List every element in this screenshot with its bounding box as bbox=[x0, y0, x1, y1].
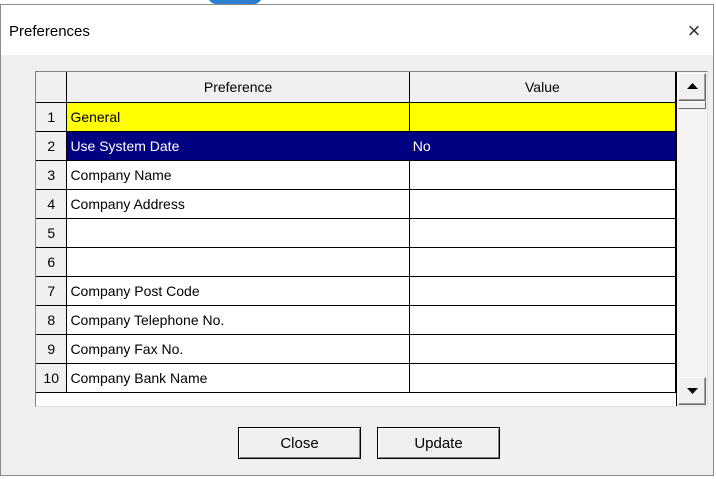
table-row[interactable]: 4 Company Address bbox=[36, 188, 677, 219]
update-button[interactable]: Update bbox=[377, 427, 500, 459]
corner-cell bbox=[36, 72, 68, 103]
grid-body: Preference Value 1 General 2 Use System Dat… bbox=[36, 72, 677, 406]
preference-cell[interactable] bbox=[66, 246, 410, 277]
row-number[interactable]: 3 bbox=[36, 159, 68, 190]
row-number[interactable]: 5 bbox=[36, 217, 68, 248]
row-number[interactable]: 9 bbox=[36, 333, 68, 364]
scroll-down-button[interactable] bbox=[678, 377, 706, 405]
table-row[interactable]: 10 Company Bank Name bbox=[36, 362, 677, 393]
row-number[interactable]: 2 bbox=[36, 130, 68, 161]
table-row[interactable]: 6 bbox=[36, 246, 677, 277]
value-cell[interactable] bbox=[408, 188, 677, 219]
table-row[interactable]: 8 Company Telephone No. bbox=[36, 304, 677, 335]
value-cell[interactable] bbox=[408, 275, 677, 306]
scroll-thumb[interactable] bbox=[678, 101, 706, 109]
preference-cell[interactable]: Company Name bbox=[66, 159, 410, 190]
table-row[interactable]: 7 Company Post Code bbox=[36, 275, 677, 306]
preferences-grid[interactable]: Preference Value 1 General 2 Use System Dat… bbox=[35, 71, 708, 407]
preference-cell[interactable]: Company Bank Name bbox=[66, 362, 410, 393]
table-row[interactable]: 5 bbox=[36, 217, 677, 248]
value-cell[interactable] bbox=[408, 101, 677, 132]
window-title: Preferences bbox=[9, 23, 90, 40]
preferences-dialog: Preferences × Preference Value 1 General 2… bbox=[0, 4, 714, 476]
preference-cell[interactable]: Company Telephone No. bbox=[66, 304, 410, 335]
preferences-table: Preference Value 1 General 2 Use System Dat… bbox=[36, 72, 677, 393]
value-cell[interactable] bbox=[408, 333, 677, 364]
table-row[interactable]: 3 Company Name bbox=[36, 159, 677, 190]
row-number[interactable]: 10 bbox=[36, 362, 68, 393]
row-number[interactable]: 7 bbox=[36, 275, 68, 306]
value-cell[interactable]: No bbox=[408, 130, 677, 161]
preference-cell[interactable]: Use System Date bbox=[66, 130, 410, 161]
table-row[interactable]: 1 General bbox=[36, 101, 677, 132]
preference-cell[interactable]: Company Post Code bbox=[66, 275, 410, 306]
value-cell[interactable] bbox=[408, 246, 677, 277]
preference-cell[interactable]: Company Fax No. bbox=[66, 333, 410, 364]
arrow-up-icon bbox=[687, 83, 698, 89]
table-row[interactable]: 9 Company Fax No. bbox=[36, 333, 677, 364]
value-cell[interactable] bbox=[408, 159, 677, 190]
preference-cell[interactable]: General bbox=[66, 101, 410, 132]
row-number[interactable]: 8 bbox=[36, 304, 68, 335]
value-cell[interactable] bbox=[408, 304, 677, 335]
value-cell[interactable] bbox=[408, 217, 677, 248]
vertical-scrollbar[interactable] bbox=[677, 72, 707, 406]
preference-cell[interactable] bbox=[66, 217, 410, 248]
header-row: Preference Value bbox=[36, 72, 677, 103]
arrow-down-icon bbox=[687, 388, 698, 394]
row-number[interactable]: 4 bbox=[36, 188, 68, 219]
preference-cell[interactable]: Company Address bbox=[66, 188, 410, 219]
close-icon[interactable]: × bbox=[681, 18, 707, 44]
value-cell[interactable] bbox=[408, 362, 677, 393]
column-header-preference[interactable]: Preference bbox=[66, 72, 410, 103]
column-header-value[interactable]: Value bbox=[408, 72, 677, 103]
title-bar: Preferences × bbox=[1, 5, 713, 55]
row-number[interactable]: 1 bbox=[36, 101, 68, 132]
row-number[interactable]: 6 bbox=[36, 246, 68, 277]
close-button[interactable]: Close bbox=[238, 427, 361, 459]
table-row[interactable]: 2 Use System Date No bbox=[36, 130, 677, 161]
scroll-up-button[interactable] bbox=[678, 73, 706, 101]
